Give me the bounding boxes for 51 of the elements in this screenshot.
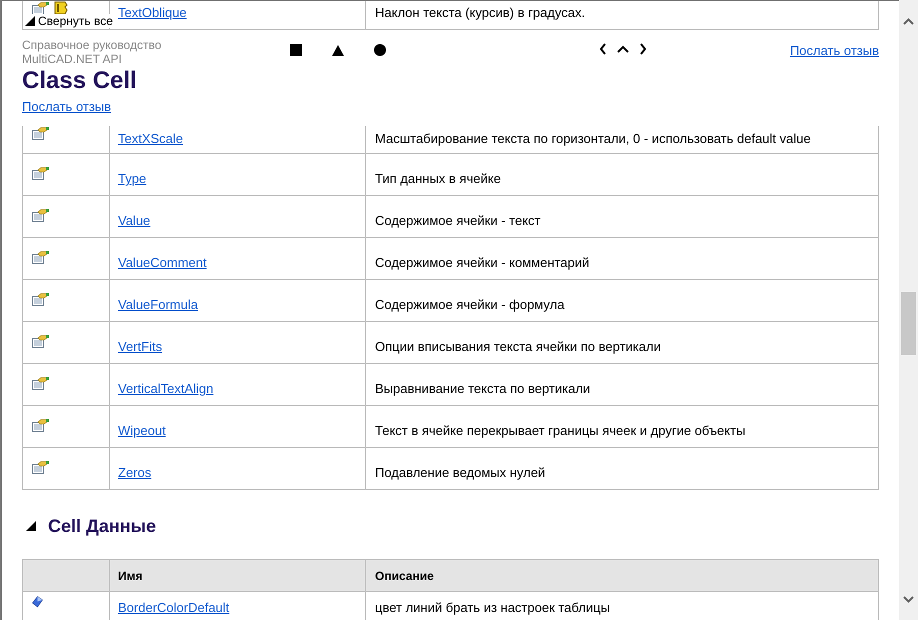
property-icon [32,377,49,390]
section-triangle-icon[interactable] [25,520,37,532]
member-link[interactable]: Type [118,171,146,186]
feedback-link[interactable]: Послать отзыв [22,99,112,114]
scroll-up-icon[interactable] [903,18,914,25]
scroll-thumb[interactable] [901,292,916,355]
member-link[interactable]: Wipeout [118,423,166,438]
member-link[interactable]: Zeros [118,465,152,480]
field-icon [32,596,43,608]
property-icon [32,209,49,222]
member-description: Содержимое ячейки - текст [375,213,540,228]
column-header: Имя [118,568,143,584]
member-description: Тип данных в ячейке [375,171,501,186]
member-link[interactable]: VertFits [118,339,162,354]
previous-icon[interactable] [599,43,607,55]
member-link[interactable]: TextXScale [118,131,184,146]
member-description: Выравнивание текста по вертикали [375,381,590,396]
member-description: Масштабирование текста по горизонтали, 0 - использовать default value [375,131,811,146]
member-link[interactable]: TextOblique [118,5,187,20]
up-icon[interactable] [617,44,629,54]
section-title: Cell Данные [48,515,156,537]
member-description: Опции вписывания текста ячейки по вертикали [375,339,661,354]
property-icon [32,251,49,264]
member-description: Текст в ячейке перекрывает границы ячеек и другие объекты [375,423,746,438]
scroll-down-icon[interactable] [903,596,914,603]
member-description: Наклон текста (курсив) в градусах. [375,5,586,20]
property-icon [32,335,49,348]
collapse-triangle-icon[interactable] [24,15,36,27]
circle-icon[interactable] [374,44,386,56]
member-description: Содержимое ячейки - формула [375,297,564,312]
property-icon [32,167,49,180]
member-link[interactable]: ValueFormula [118,297,198,312]
breadcrumb-text: MultiCAD.NET API [22,52,123,66]
member-description: цвет линий брать из настроек таблицы [375,600,610,615]
member-description: Содержимое ячейки - комментарий [375,255,590,270]
collapse-all-link[interactable]: Свернуть все [38,14,113,28]
static-badge-icon [53,1,68,15]
member-description: Подавление ведомых нулей [375,465,546,480]
breadcrumb-text: Справочное руководство [22,38,162,52]
feedback-link[interactable]: Послать отзыв [790,38,879,58]
property-icon [32,419,49,432]
page-title: Class Cell [22,67,138,95]
triangle-icon[interactable] [332,44,344,56]
next-icon[interactable] [639,43,647,55]
member-link[interactable]: VerticalTextAlign [118,381,214,396]
member-link[interactable]: ValueComment [118,255,207,270]
property-icon [32,293,49,306]
column-header: Описание [375,568,434,584]
member-link[interactable]: Value [118,213,150,228]
property-icon [32,461,49,474]
member-link[interactable]: BorderColorDefault [118,600,230,615]
